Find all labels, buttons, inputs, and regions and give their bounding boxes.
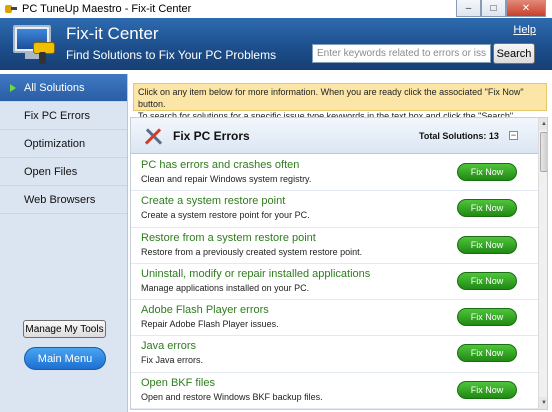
solution-title[interactable]: Restore from a system restore point	[141, 232, 316, 244]
scroll-thumb[interactable]	[540, 132, 547, 172]
solution-title[interactable]: Open BKF files	[141, 377, 215, 389]
page-subtitle: Find Solutions to Fix Your PC Problems	[66, 48, 277, 62]
solution-description: Manage applications installed on your PC…	[141, 282, 310, 293]
solution-description: Restore from a previously created system…	[141, 246, 363, 257]
app-header: Fix-it Center Find Solutions to Fix Your…	[0, 18, 552, 70]
sidebar-item-all-solutions[interactable]: All Solutions	[0, 74, 127, 102]
list-item: PC has errors and crashes often Clean an…	[131, 155, 538, 192]
solution-description: Clean and repair Windows system registry…	[141, 174, 312, 184]
fixit-tool-icon	[11, 22, 57, 66]
search-input[interactable]	[312, 44, 491, 63]
tools-icon	[141, 124, 165, 148]
fix-now-button[interactable]: Fix Now	[457, 235, 517, 254]
fix-now-button[interactable]: Fix Now	[457, 344, 517, 363]
sidebar-item-web-browsers[interactable]: Web Browsers	[0, 186, 127, 214]
scroll-down-icon[interactable]: ▼	[539, 397, 547, 409]
app-icon	[4, 2, 18, 16]
window-controls: – □ ✕	[456, 0, 546, 17]
sidebar-item-fix-pc-errors[interactable]: Fix PC Errors	[0, 102, 127, 130]
minimize-button[interactable]: –	[456, 0, 481, 17]
list-item: Java errors Fix Java errors. Fix Now	[131, 336, 538, 373]
solution-description: Create a system restore point for your P…	[141, 210, 310, 221]
sidebar-item-open-files[interactable]: Open Files	[0, 158, 127, 186]
sidebar-item-label: Open Files	[24, 166, 78, 178]
solution-title[interactable]: PC has errors and crashes often	[141, 159, 299, 171]
scroll-up-icon[interactable]: ▲	[539, 118, 547, 130]
list-item: Open BKF files Open and restore Windows …	[131, 373, 538, 409]
solution-title[interactable]: Adobe Flash Player errors	[141, 304, 269, 316]
category-header: Fix PC Errors Total Solutions: 13 −	[131, 118, 538, 154]
category-title: Fix PC Errors	[173, 129, 250, 143]
solution-description: Repair Adobe Flash Player issues.	[141, 319, 279, 330]
solution-title[interactable]: Create a system restore point	[141, 195, 285, 207]
manage-my-tools-button[interactable]: Manage My Tools	[23, 320, 106, 338]
solution-description: Fix Java errors.	[141, 355, 204, 366]
collapse-button[interactable]: −	[509, 131, 518, 140]
window-titlebar: PC TuneUp Maestro - Fix-it Center – □ ✕	[0, 0, 552, 18]
window-title: PC TuneUp Maestro - Fix-it Center	[22, 3, 192, 15]
fix-now-button[interactable]: Fix Now	[457, 271, 517, 290]
sidebar-item-label: Optimization	[24, 138, 86, 150]
help-link[interactable]: Help	[513, 24, 536, 36]
sidebar: All Solutions Fix PC Errors Optimization…	[0, 74, 128, 412]
search-button[interactable]: Search	[493, 43, 535, 64]
vertical-scrollbar[interactable]: ▲ ▼	[538, 118, 547, 409]
main-menu-button[interactable]: Main Menu	[24, 347, 106, 370]
info-banner: Click on any item below for more informa…	[133, 83, 547, 133]
total-solutions: Total Solutions: 13	[419, 131, 499, 141]
solutions-list: PC has errors and crashes often Clean an…	[131, 155, 538, 409]
list-item: Uninstall, modify or repair installed ap…	[131, 264, 538, 301]
sidebar-item-label: Web Browsers	[24, 194, 96, 206]
info-line-1: Click on any item below for more informa…	[138, 87, 524, 109]
solutions-panel: Fix PC Errors Total Solutions: 13 − PC h…	[130, 117, 548, 410]
solution-title[interactable]: Uninstall, modify or repair installed ap…	[141, 268, 370, 280]
sidebar-item-label: All Solutions	[24, 82, 85, 94]
maximize-button[interactable]: □	[481, 0, 506, 17]
sidebar-item-optimization[interactable]: Optimization	[0, 130, 127, 158]
fix-now-button[interactable]: Fix Now	[457, 163, 517, 181]
selected-arrow-icon	[10, 84, 16, 92]
list-item: Adobe Flash Player errors Repair Adobe F…	[131, 300, 538, 337]
close-button[interactable]: ✕	[506, 0, 546, 17]
list-item: Create a system restore point Create a s…	[131, 191, 538, 228]
fix-now-button[interactable]: Fix Now	[457, 308, 517, 327]
page-title: Fix-it Center	[66, 24, 159, 43]
list-item: Restore from a system restore point Rest…	[131, 228, 538, 264]
fix-now-button[interactable]: Fix Now	[457, 380, 517, 399]
fix-now-button[interactable]: Fix Now	[457, 199, 517, 218]
solution-description: Open and restore Windows BKF backup file…	[141, 391, 323, 402]
solution-title[interactable]: Java errors	[141, 340, 196, 352]
sidebar-item-label: Fix PC Errors	[24, 110, 90, 122]
